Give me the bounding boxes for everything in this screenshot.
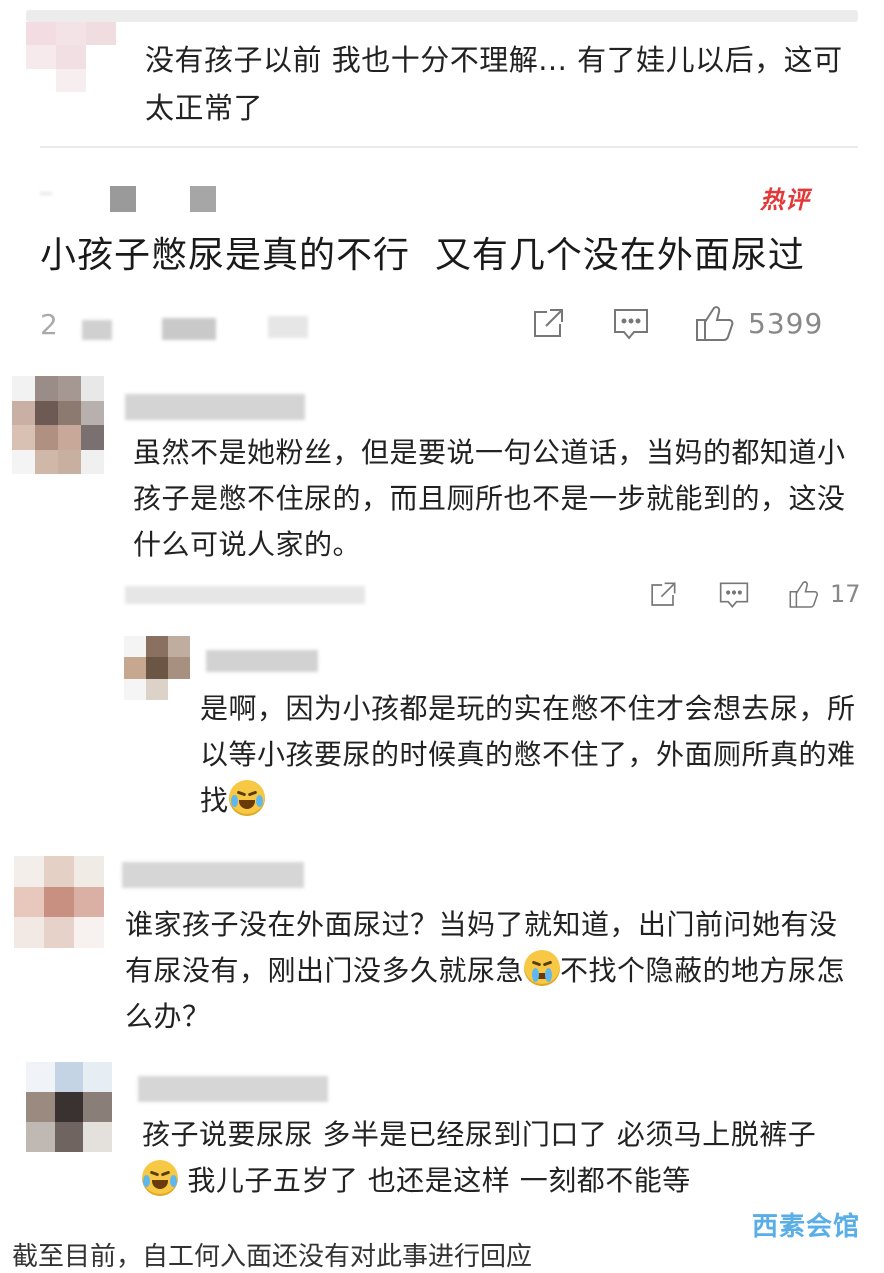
like-button[interactable]: 5399	[694, 302, 823, 344]
hot-comment-badge: 热评	[760, 186, 810, 214]
username[interactable]	[138, 1076, 328, 1102]
username-mosaic	[110, 186, 136, 212]
reply-text-content: 是啊，因为小孩都是玩的实在憋不住才会想去尿，所以等小孩要尿的时候真的憋不住了，外…	[200, 692, 856, 817]
meta-blur	[268, 316, 308, 338]
like-count: 5399	[748, 306, 824, 340]
crying-emoji	[524, 950, 561, 986]
comment-text: 没有孩子以前 我也十分不理解... 有了娃儿以后，这可太正常了	[145, 43, 843, 125]
username[interactable]	[125, 394, 305, 420]
username[interactable]	[122, 862, 304, 888]
like-button[interactable]: 17	[788, 578, 861, 610]
thumbs-up-icon	[696, 306, 734, 341]
comment-text-part: 孩子说要尿尿 多半是已经尿到门口了 必须马上脱裤子	[142, 1118, 817, 1151]
comment-text: 谁家孩子没在外面尿过？当妈了就知道，出门前问她有没有尿没有，刚出门没多久就尿急不…	[125, 902, 860, 1040]
thumbs-up-icon	[789, 581, 818, 608]
avatar[interactable]	[124, 636, 190, 700]
avatar[interactable]	[14, 856, 104, 948]
username[interactable]	[40, 192, 52, 195]
comment-text: 孩子说要尿尿 多半是已经尿到门口了 必须马上脱裤子 我儿子五岁了 也还是这样 一…	[142, 1112, 862, 1204]
top-divider	[26, 10, 858, 22]
reply-text: 是啊，因为小孩都是玩的实在憋不住才会想去尿，所以等小孩要尿的时候真的憋不住了，外…	[200, 686, 860, 824]
laughing-tears-emoji	[142, 1160, 178, 1196]
avatar[interactable]	[26, 1062, 112, 1152]
meta-text: 2	[40, 308, 58, 341]
share-button[interactable]	[530, 306, 566, 342]
comment-meta: 2	[40, 306, 340, 346]
watermark-logo: 西素会馆	[752, 1212, 861, 1242]
hot-comment-text: 小孩子憋尿是真的不行 又有几个没在外面尿过	[40, 235, 805, 276]
reply-button[interactable]	[612, 306, 650, 342]
crying-laughing-emoji	[228, 780, 265, 816]
avatar[interactable]	[12, 376, 104, 474]
username[interactable]	[206, 650, 318, 672]
reply-button[interactable]	[718, 580, 750, 610]
meta-blur	[82, 320, 112, 340]
comment-text: 虽然不是她粉丝，但是要说一句公道话，当妈的都知道小孩子是憋不住尿的，而且厕所也不…	[133, 436, 846, 561]
divider	[40, 146, 858, 148]
bottom-partial-text: 截至目前，自工何入面还没有对此事进行回应	[12, 1242, 533, 1272]
like-count: 17	[830, 580, 861, 608]
share-icon	[534, 309, 563, 337]
share-button[interactable]	[648, 580, 678, 610]
comment-meta	[125, 586, 365, 604]
avatar[interactable]	[26, 22, 116, 92]
share-icon	[651, 582, 676, 606]
comment-icon	[614, 309, 648, 340]
meta-blur	[162, 318, 216, 340]
username-mosaic	[190, 186, 216, 212]
comment-text-part: 我儿子五岁了 也还是这样 一刻都不能等	[187, 1164, 691, 1197]
comment-icon	[719, 582, 749, 608]
